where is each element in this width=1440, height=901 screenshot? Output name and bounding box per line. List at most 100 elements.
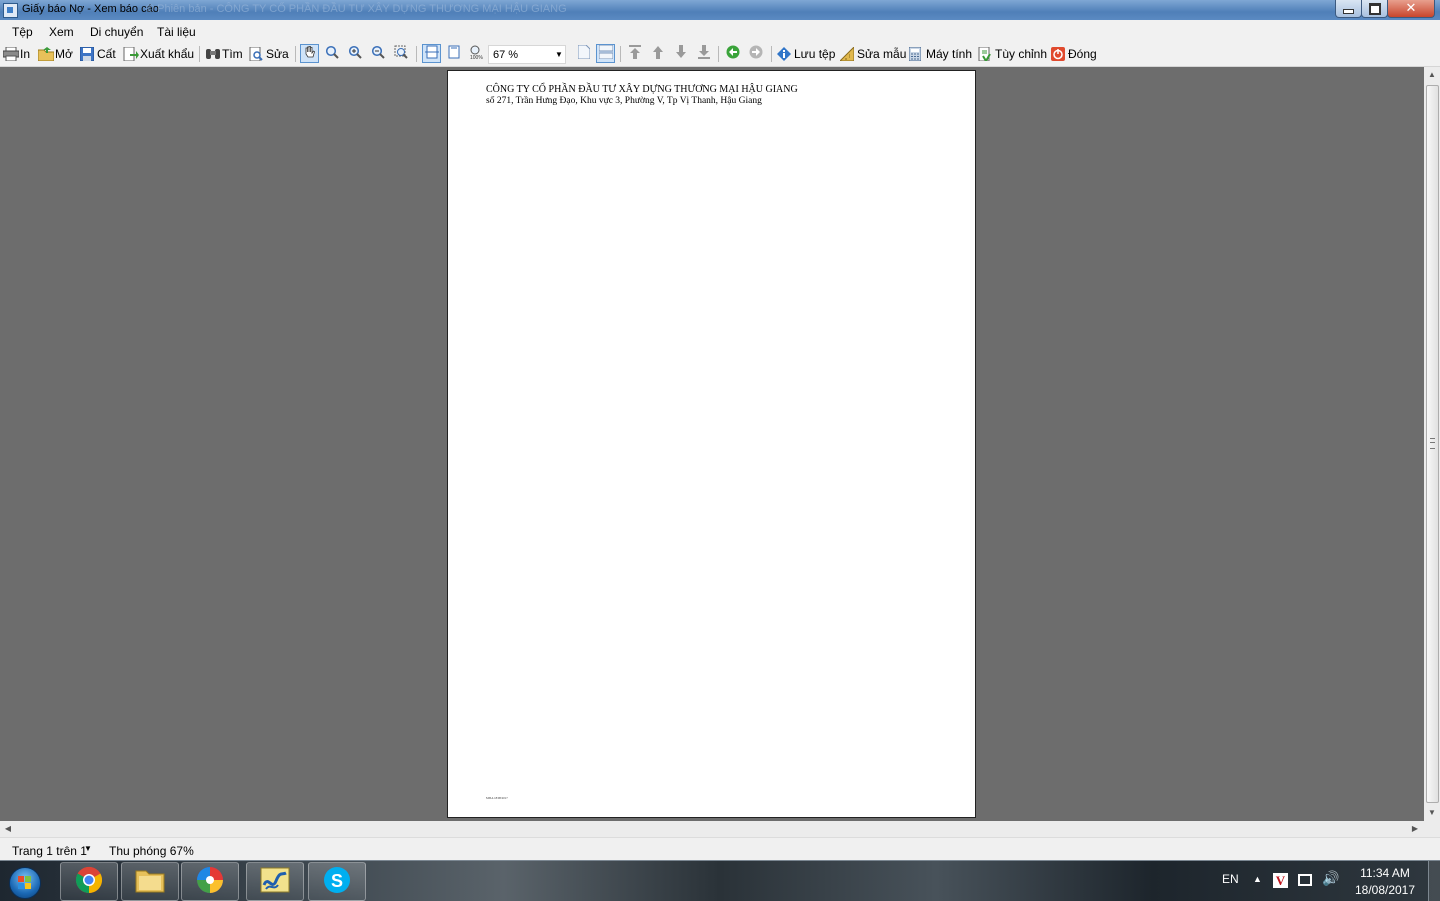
save-label: Cất bbox=[97, 46, 116, 61]
menu-navigate[interactable]: Di chuyển bbox=[90, 25, 143, 39]
zoom-indicator: Thu phóng 67% bbox=[109, 844, 194, 858]
menu-file[interactable]: Tệp bbox=[12, 25, 33, 39]
export-icon bbox=[123, 46, 139, 61]
find-label: Tìm bbox=[222, 46, 243, 61]
taskbar-skype[interactable]: S bbox=[308, 862, 366, 901]
arrow-up-icon bbox=[652, 45, 664, 62]
close-report-button[interactable]: Đóng bbox=[1051, 42, 1097, 65]
calculator-button[interactable]: Máy tính bbox=[908, 42, 973, 65]
taskbar-file-explorer[interactable] bbox=[121, 862, 179, 901]
zoom-in-icon bbox=[348, 45, 362, 62]
vertical-scrollbar[interactable]: ▲ ▼ bbox=[1424, 67, 1440, 821]
open-button[interactable]: Mở bbox=[37, 42, 73, 65]
menu-view[interactable]: Xem bbox=[49, 25, 74, 39]
show-desktop-button[interactable] bbox=[1428, 861, 1440, 901]
single-page-button[interactable] bbox=[575, 44, 592, 62]
open-folder-icon bbox=[37, 46, 55, 61]
export-button[interactable]: Xuất khẩu bbox=[123, 42, 194, 65]
menu-document[interactable]: Tài liệu bbox=[157, 25, 196, 39]
save-button[interactable]: Cất bbox=[79, 42, 116, 65]
hand-icon bbox=[303, 45, 317, 62]
fit-page-button[interactable] bbox=[445, 45, 462, 62]
edit-page-icon bbox=[249, 46, 263, 61]
scroll-left-icon[interactable]: ◀ bbox=[0, 821, 16, 837]
multi-page-button[interactable] bbox=[596, 44, 615, 63]
last-page-button[interactable] bbox=[695, 45, 712, 62]
vertical-scroll-thumb[interactable] bbox=[1426, 85, 1439, 803]
taskbar-chrome[interactable] bbox=[60, 862, 118, 901]
page-footer: MISA 18/08/2017 bbox=[486, 796, 508, 800]
magnifier-icon bbox=[325, 45, 339, 62]
zoom-out-button[interactable] bbox=[369, 45, 386, 62]
zoom-tool-button[interactable] bbox=[323, 45, 340, 62]
close-button[interactable]: ✕ bbox=[1387, 0, 1435, 18]
power-icon bbox=[1051, 46, 1065, 61]
close-report-label: Đóng bbox=[1068, 46, 1097, 61]
zoom-dropdown[interactable]: 67 % ▼ bbox=[488, 45, 566, 64]
svg-text:S: S bbox=[331, 871, 343, 891]
previous-page-button[interactable] bbox=[649, 45, 666, 62]
zoom-region-button[interactable] bbox=[392, 45, 409, 62]
last-page-icon bbox=[697, 45, 710, 62]
language-indicator[interactable]: EN bbox=[1222, 872, 1239, 886]
window-title-background: © Phiên bản - CÔNG TY CỔ PHẦN ĐẦU TƯ XÂY… bbox=[146, 3, 567, 15]
clock-date[interactable]: 18/08/2017 bbox=[1348, 883, 1422, 897]
zoom-in-button[interactable] bbox=[346, 45, 363, 62]
calculator-icon bbox=[908, 46, 923, 61]
toolbar-separator bbox=[718, 46, 719, 62]
maximize-icon bbox=[1368, 2, 1381, 15]
file-explorer-icon bbox=[135, 867, 165, 896]
page-indicator[interactable]: Trang 1 trên 1 bbox=[12, 844, 87, 858]
hand-tool-button[interactable] bbox=[300, 44, 319, 63]
back-button[interactable] bbox=[724, 45, 741, 62]
taskbar-picasa[interactable] bbox=[181, 862, 239, 901]
status-bar: Trang 1 trên 1 ▼ Thu phóng 67% bbox=[0, 837, 1440, 861]
network-icon[interactable] bbox=[1298, 874, 1312, 886]
clock-time[interactable]: 11:34 AM bbox=[1350, 866, 1420, 880]
print-button[interactable]: In bbox=[2, 42, 30, 65]
multi-page-icon bbox=[598, 44, 613, 62]
maximize-button[interactable] bbox=[1361, 0, 1388, 18]
edit-template-button[interactable]: Sửa mẫu bbox=[838, 42, 906, 65]
horizontal-scrollbar[interactable]: ◀ ▶ bbox=[0, 821, 1424, 837]
find-button[interactable]: Tìm bbox=[205, 42, 243, 65]
minimize-icon bbox=[1343, 9, 1354, 14]
arrow-down-icon bbox=[675, 45, 687, 62]
binoculars-icon bbox=[205, 47, 220, 61]
save-file-button[interactable]: Lưu tệp bbox=[777, 42, 835, 65]
floppy-disk-icon bbox=[79, 46, 95, 61]
edit-button[interactable]: Sửa bbox=[249, 42, 289, 65]
start-button[interactable] bbox=[4, 864, 44, 900]
window-title: Giấy báo Nợ - Xem báo cáo bbox=[22, 3, 159, 15]
forward-button[interactable] bbox=[747, 45, 764, 62]
next-page-button[interactable] bbox=[672, 45, 689, 62]
toolbar-separator bbox=[771, 46, 772, 62]
fit-page-icon bbox=[447, 45, 461, 62]
customize-label: Tùy chỉnh bbox=[995, 46, 1048, 61]
minimize-button[interactable] bbox=[1335, 0, 1362, 18]
misa-icon bbox=[260, 867, 290, 896]
unikey-icon[interactable]: V bbox=[1273, 873, 1288, 888]
printer-icon bbox=[2, 46, 20, 61]
first-page-button[interactable] bbox=[626, 45, 643, 62]
app-icon bbox=[3, 3, 18, 18]
scroll-right-icon[interactable]: ▶ bbox=[1407, 821, 1423, 837]
picasa-icon bbox=[196, 866, 224, 897]
toolbar-separator bbox=[199, 46, 200, 62]
skype-icon: S bbox=[323, 866, 351, 897]
scroll-down-icon[interactable]: ▼ bbox=[1424, 805, 1440, 821]
actual-size-button[interactable]: 100% bbox=[467, 45, 484, 62]
scroll-up-icon[interactable]: ▲ bbox=[1424, 67, 1440, 83]
chevron-down-icon[interactable]: ▼ bbox=[84, 844, 92, 853]
calculator-label: Máy tính bbox=[926, 46, 973, 61]
fit-width-button[interactable] bbox=[422, 44, 441, 63]
company-name: CÔNG TY CỔ PHẦN ĐẦU TƯ XÂY DỰNG THƯƠNG M… bbox=[486, 84, 798, 95]
customize-button[interactable]: Tùy chỉnh bbox=[978, 42, 1047, 65]
show-hidden-icons-icon[interactable]: ▲ bbox=[1253, 874, 1262, 884]
save-file-label: Lưu tệp bbox=[794, 46, 836, 61]
zoom-region-icon bbox=[394, 45, 408, 62]
taskbar-misa[interactable] bbox=[246, 862, 304, 901]
volume-icon[interactable]: 🔊 bbox=[1322, 871, 1339, 887]
single-page-icon bbox=[577, 44, 590, 62]
edit-label: Sửa bbox=[266, 46, 289, 61]
